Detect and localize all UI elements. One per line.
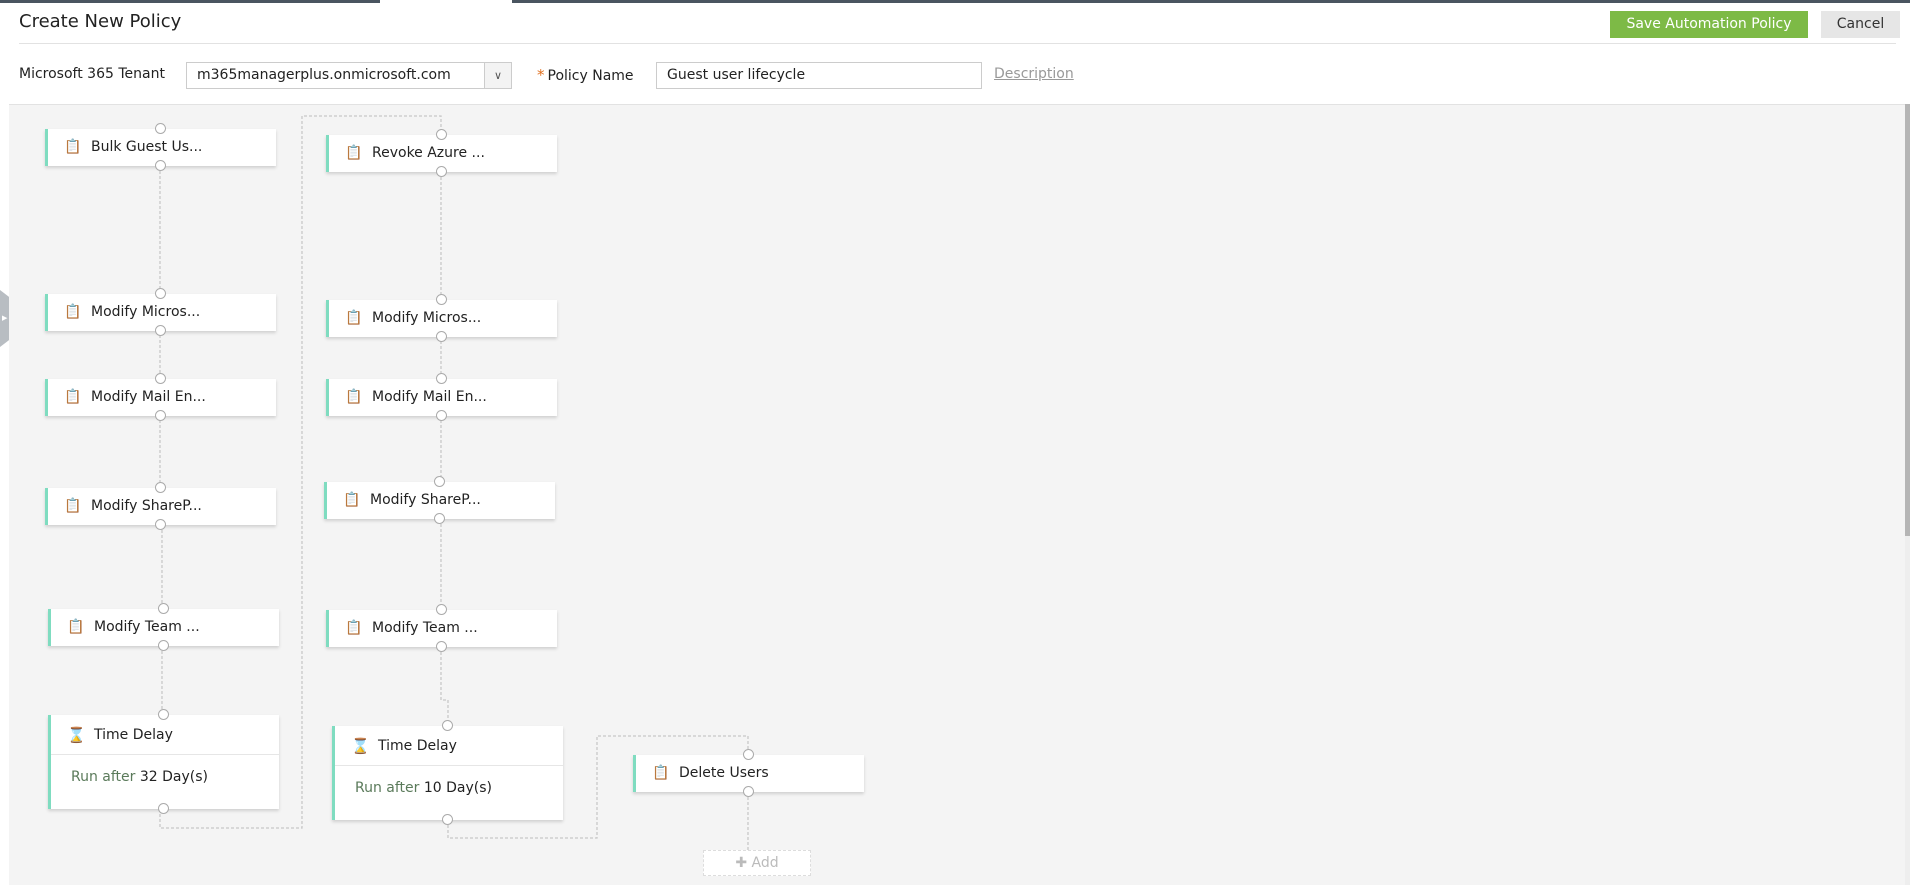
clipboard-icon: 📋 <box>64 389 82 405</box>
connector-port[interactable] <box>441 720 453 731</box>
hourglass-icon: ⌛ <box>67 726 86 744</box>
connector-port[interactable] <box>154 373 166 384</box>
plus-icon: ✚ <box>735 855 748 871</box>
connector-port[interactable] <box>154 160 166 171</box>
connector-port[interactable] <box>157 709 169 720</box>
clipboard-icon: 📋 <box>345 620 363 636</box>
clipboard-icon: 📋 <box>343 492 361 508</box>
clipboard-icon: 📋 <box>345 145 363 161</box>
connector-port[interactable] <box>433 513 445 524</box>
connector-port[interactable] <box>154 519 166 530</box>
time-delay-node[interactable]: ⌛ Time Delay Run after 32 Day(s) <box>48 715 279 809</box>
connector-lines <box>159 115 749 850</box>
clipboard-icon: 📋 <box>345 389 363 405</box>
time-delay-node[interactable]: ⌛ Time Delay Run after 10 Day(s) <box>332 726 563 820</box>
clipboard-icon: 📋 <box>64 304 82 320</box>
connector-port[interactable] <box>435 604 447 615</box>
connector-port[interactable] <box>435 294 447 305</box>
add-step-button[interactable]: ✚ Add <box>703 850 811 876</box>
connector-port[interactable] <box>742 749 754 760</box>
connector-port[interactable] <box>435 410 447 421</box>
connector-port[interactable] <box>154 288 166 299</box>
clipboard-icon: 📋 <box>345 310 363 326</box>
connector-port[interactable] <box>157 603 169 614</box>
connector-port[interactable] <box>433 476 445 487</box>
connector-port[interactable] <box>154 123 166 134</box>
connector-port[interactable] <box>742 786 754 797</box>
connector-port[interactable] <box>157 640 169 651</box>
clipboard-icon: 📋 <box>64 139 82 155</box>
connector-port[interactable] <box>157 803 169 814</box>
connector-port[interactable] <box>154 325 166 336</box>
connector-port[interactable] <box>435 166 447 177</box>
hourglass-icon: ⌛ <box>351 737 370 755</box>
clipboard-icon: 📋 <box>67 619 85 635</box>
connector-port[interactable] <box>435 641 447 652</box>
clipboard-icon: 📋 <box>64 498 82 514</box>
connector-port[interactable] <box>441 814 453 825</box>
connector-port[interactable] <box>435 129 447 140</box>
connector-port[interactable] <box>154 482 166 493</box>
connector-port[interactable] <box>435 331 447 342</box>
connector-port[interactable] <box>154 410 166 421</box>
clipboard-icon: 📋 <box>652 765 670 781</box>
connector-port[interactable] <box>435 373 447 384</box>
